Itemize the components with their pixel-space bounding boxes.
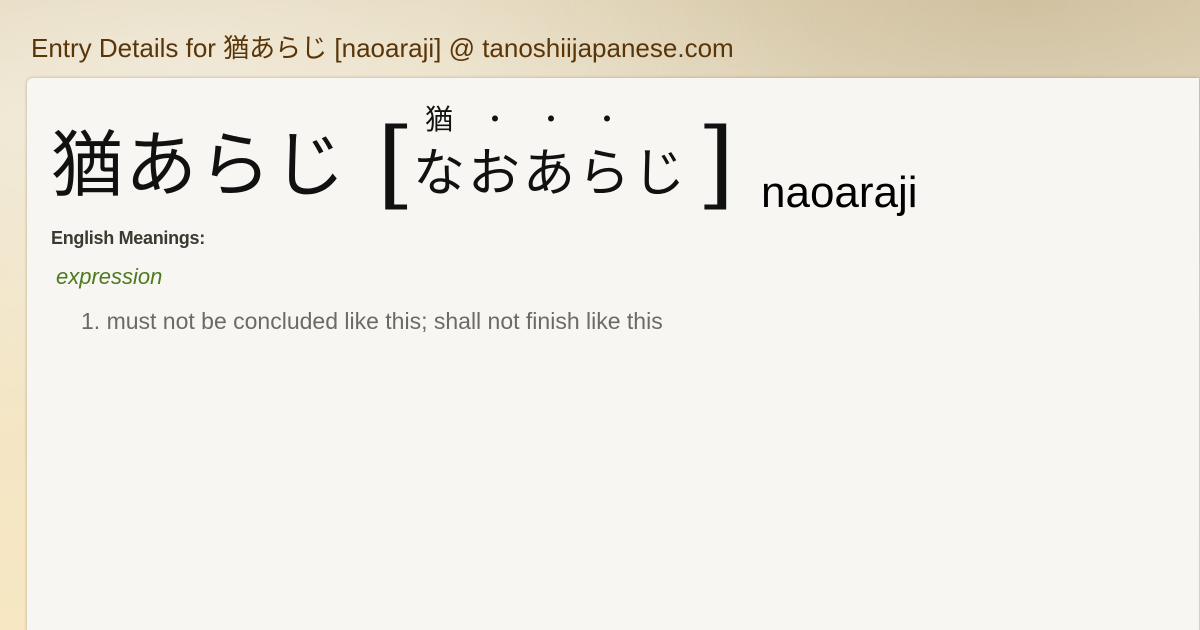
furigana-row: 猶 ・ ・ ・ [413, 102, 713, 142]
furigana-item: ・ [536, 103, 565, 136]
furigana-item: ・ [480, 103, 509, 136]
english-meanings-label: English Meanings: [51, 228, 205, 248]
reading-bracket-close: ] [697, 108, 735, 220]
meaning-list: 1. must not be concluded like this; shal… [81, 306, 663, 336]
romaji-reading: naoaraji [761, 168, 918, 217]
page-title: Entry Details for 猶あらじ [naoaraji] @ tano… [31, 33, 734, 63]
reading-bracket-open: [ [377, 108, 415, 220]
entry-card: 猶あらじ [ 猶 ・ ・ ・ なおあらじ ] naoaraji English … [27, 78, 1199, 630]
reading-kana: なおあらじ [413, 144, 689, 204]
headword: 猶あらじ [51, 123, 348, 207]
part-of-speech: expression [56, 264, 163, 289]
meaning-item: 1. must not be concluded like this; shal… [81, 308, 663, 334]
furigana-item: ・ [592, 103, 621, 136]
furigana-item: 猶 [424, 103, 453, 136]
